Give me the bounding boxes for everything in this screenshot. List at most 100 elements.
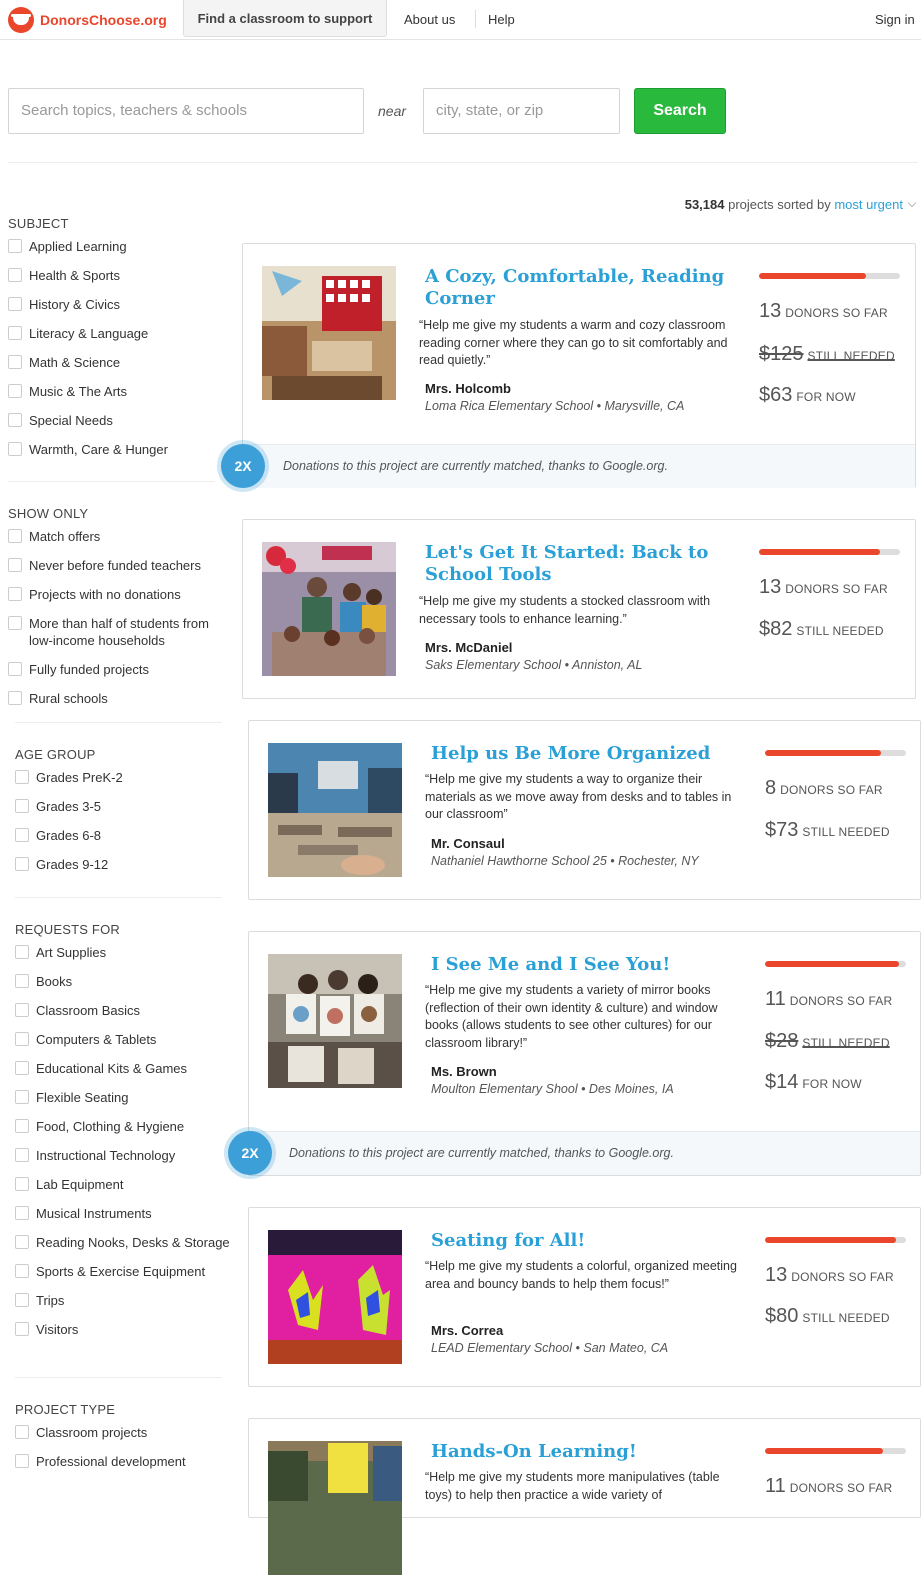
filter-option[interactable]: Special Needs	[8, 412, 223, 429]
filter-option[interactable]: Lab Equipment	[15, 1176, 230, 1193]
filter-option[interactable]: Classroom projects	[15, 1424, 230, 1441]
checkbox[interactable]	[15, 828, 29, 842]
project-title[interactable]: I See Me and I See You!	[431, 954, 741, 976]
checkbox[interactable]	[15, 1425, 29, 1439]
filter-option[interactable]: Fully funded projects	[8, 661, 223, 678]
filter-option[interactable]: Warmth, Care & Hunger	[8, 441, 223, 458]
filter-option[interactable]: Never before funded teachers	[8, 557, 223, 574]
checkbox[interactable]	[15, 974, 29, 988]
checkbox[interactable]	[15, 1454, 29, 1468]
project-card[interactable]: Hands-On Learning! “Help me give my stud…	[248, 1418, 921, 1575]
project-card[interactable]: I See Me and I See You! “Help me give my…	[248, 931, 921, 1176]
project-photo[interactable]	[262, 542, 396, 676]
filter-option[interactable]: Grades 9-12	[15, 856, 230, 873]
filter-option[interactable]: Match offers	[8, 528, 223, 545]
checkbox[interactable]	[8, 355, 22, 369]
checkbox[interactable]	[8, 616, 22, 630]
checkbox[interactable]	[8, 529, 22, 543]
checkbox[interactable]	[15, 1061, 29, 1075]
filter-option[interactable]: Reading Nooks, Desks & Storage	[15, 1234, 230, 1251]
project-card[interactable]: A Cozy, Comfortable, Reading Corner “Hel…	[242, 243, 916, 488]
project-title[interactable]: Help us Be More Organized	[431, 743, 741, 765]
checkbox[interactable]	[15, 945, 29, 959]
checkbox[interactable]	[15, 1148, 29, 1162]
checkbox[interactable]	[15, 1206, 29, 1220]
chevron-down-icon[interactable]	[907, 198, 917, 208]
checkbox[interactable]	[8, 587, 22, 601]
project-photo[interactable]	[268, 1441, 402, 1575]
checkbox[interactable]	[8, 297, 22, 311]
project-photo[interactable]	[262, 266, 396, 400]
project-title[interactable]: Hands-On Learning!	[431, 1441, 741, 1463]
filter-option[interactable]: Art Supplies	[15, 944, 230, 961]
checkbox[interactable]	[8, 662, 22, 676]
filter-option[interactable]: Music & The Arts	[8, 383, 223, 400]
filter-option[interactable]: Math & Science	[8, 354, 223, 371]
project-card[interactable]: Let's Get It Started: Back to School Too…	[242, 519, 916, 699]
teacher-name[interactable]: Mrs. Correa	[431, 1323, 503, 1338]
filter-option[interactable]: Literacy & Language	[8, 325, 223, 342]
checkbox[interactable]	[15, 1003, 29, 1017]
checkbox[interactable]	[8, 268, 22, 282]
project-photo[interactable]	[268, 743, 402, 877]
filter-option[interactable]: Classroom Basics	[15, 1002, 230, 1019]
sign-in-link[interactable]: Sign in	[875, 12, 915, 27]
filter-option[interactable]: More than half of students from low-inco…	[8, 615, 223, 649]
filter-option[interactable]: Food, Clothing & Hygiene	[15, 1118, 230, 1135]
filter-option[interactable]: Rural schools	[8, 690, 223, 707]
project-card[interactable]: Seating for All! “Help me give my studen…	[248, 1207, 921, 1387]
filter-option[interactable]: Sports & Exercise Equipment	[15, 1263, 230, 1280]
checkbox[interactable]	[15, 1322, 29, 1336]
checkbox[interactable]	[15, 1119, 29, 1133]
teacher-name[interactable]: Mrs. McDaniel	[425, 640, 512, 655]
search-button[interactable]: Search	[634, 88, 726, 134]
filter-option[interactable]: Flexible Seating	[15, 1089, 230, 1106]
checkbox[interactable]	[8, 326, 22, 340]
teacher-name[interactable]: Ms. Brown	[431, 1064, 497, 1079]
checkbox[interactable]	[8, 384, 22, 398]
project-photo[interactable]	[268, 954, 402, 1088]
search-input[interactable]: Search topics, teachers & schools	[8, 88, 364, 134]
filter-option[interactable]: Visitors	[15, 1321, 230, 1338]
filter-option[interactable]: Applied Learning	[8, 238, 223, 255]
checkbox[interactable]	[8, 413, 22, 427]
filter-option[interactable]: Musical Instruments	[15, 1205, 230, 1222]
filter-option[interactable]: Grades 6-8	[15, 827, 230, 844]
filter-option[interactable]: Educational Kits & Games	[15, 1060, 230, 1077]
checkbox[interactable]	[15, 1032, 29, 1046]
project-photo[interactable]	[268, 1230, 402, 1364]
checkbox[interactable]	[15, 799, 29, 813]
filter-option[interactable]: Grades PreK-2	[15, 769, 230, 786]
teacher-name[interactable]: Mrs. Holcomb	[425, 381, 511, 396]
filter-option[interactable]: Computers & Tablets	[15, 1031, 230, 1048]
filter-option[interactable]: History & Civics	[8, 296, 223, 313]
location-input[interactable]: city, state, or zip	[423, 88, 620, 134]
checkbox[interactable]	[15, 1264, 29, 1278]
project-title[interactable]: Seating for All!	[431, 1230, 741, 1252]
logo[interactable]: DonorsChoose.org	[8, 7, 167, 33]
checkbox[interactable]	[15, 857, 29, 871]
filter-option[interactable]: Instructional Technology	[15, 1147, 230, 1164]
checkbox[interactable]	[8, 442, 22, 456]
filter-option[interactable]: Books	[15, 973, 230, 990]
filter-option[interactable]: Health & Sports	[8, 267, 223, 284]
nav-help[interactable]: Help	[488, 12, 515, 27]
teacher-name[interactable]: Mr. Consaul	[431, 836, 505, 851]
checkbox[interactable]	[15, 770, 29, 784]
sort-dropdown[interactable]: most urgent	[834, 197, 903, 212]
filter-option[interactable]: Trips	[15, 1292, 230, 1309]
nav-about-us[interactable]: About us	[404, 12, 455, 27]
project-card[interactable]: Help us Be More Organized “Help me give …	[248, 720, 921, 900]
checkbox[interactable]	[8, 558, 22, 572]
checkbox[interactable]	[8, 239, 22, 253]
checkbox[interactable]	[15, 1177, 29, 1191]
filter-option[interactable]: Projects with no donations	[8, 586, 223, 603]
checkbox[interactable]	[15, 1235, 29, 1249]
project-title[interactable]: Let's Get It Started: Back to School Too…	[425, 542, 735, 586]
checkbox[interactable]	[8, 691, 22, 705]
checkbox[interactable]	[15, 1090, 29, 1104]
checkbox[interactable]	[15, 1293, 29, 1307]
filter-option[interactable]: Professional development	[15, 1453, 230, 1470]
project-title[interactable]: A Cozy, Comfortable, Reading Corner	[425, 266, 735, 310]
nav-find-classroom[interactable]: Find a classroom to support	[183, 0, 387, 37]
